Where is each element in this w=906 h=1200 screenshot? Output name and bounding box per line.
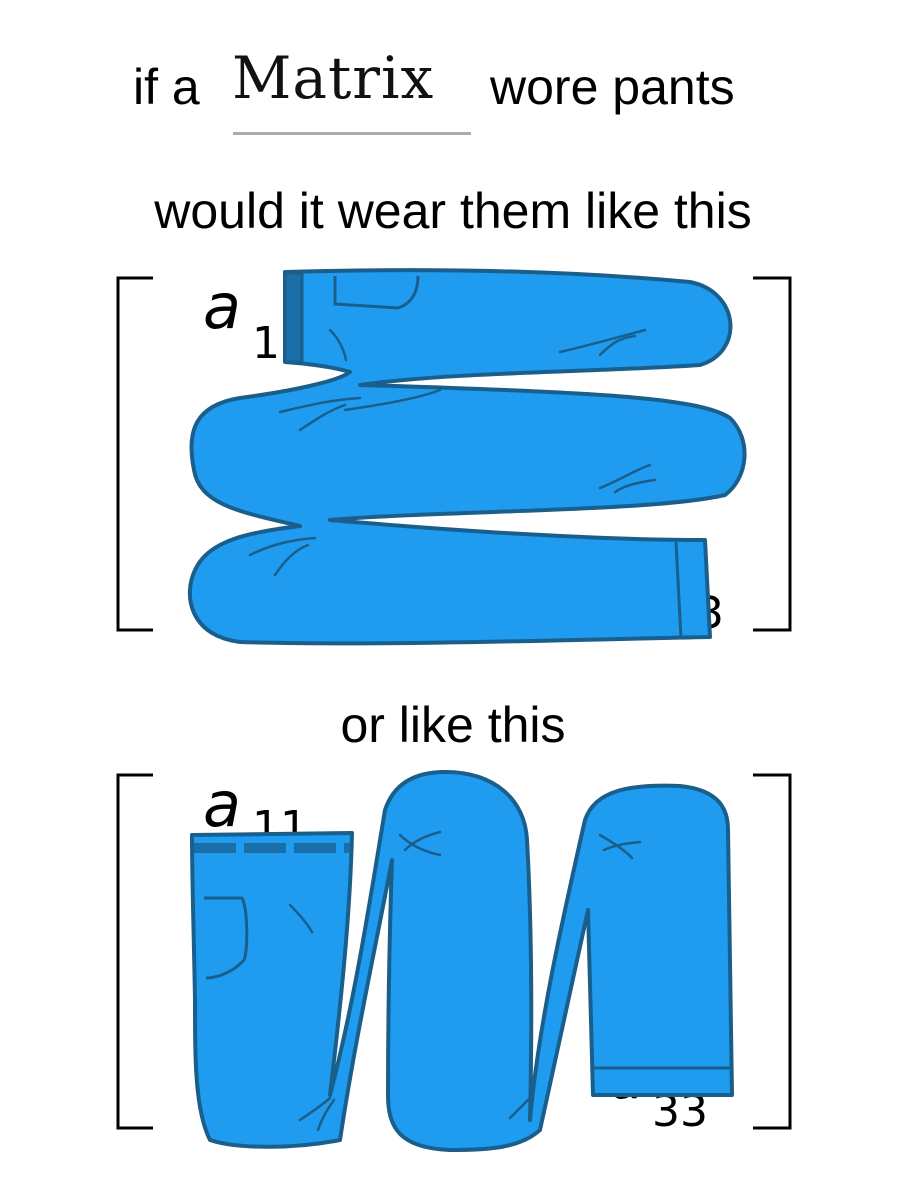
entry-a1-letter: a [203,270,241,343]
matrix-row-layout: a 1 3 [116,268,792,646]
right-bracket [753,773,792,1130]
right-bracket [753,276,792,632]
left-bracket [116,276,153,632]
pants-waistband [283,270,304,364]
matrix-column-layout: a 11 a 33 [116,768,792,1152]
left-bracket [116,773,153,1130]
entry-a1-subscript: 1 [252,318,280,369]
illustration: a 1 3 a 11 a 33 [116,268,792,1152]
entry-a11-letter: a [203,768,241,841]
